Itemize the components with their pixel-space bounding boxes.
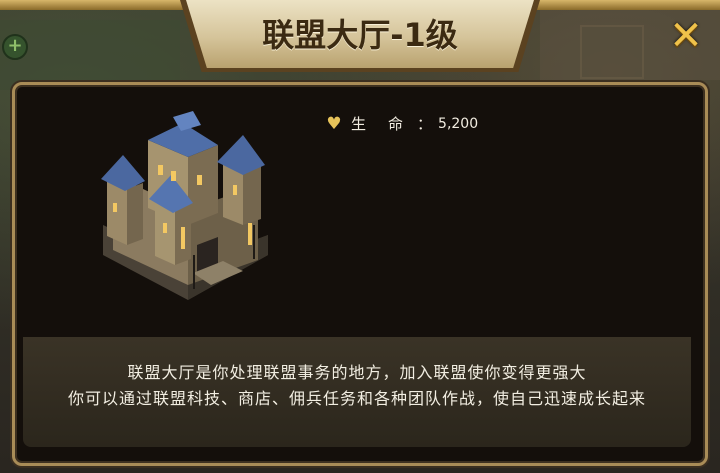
close-icon: ✕ bbox=[669, 13, 703, 59]
building-info-upper: ♥ 生命 ： 5,200 bbox=[23, 91, 691, 339]
close-button[interactable]: ✕ bbox=[666, 16, 706, 56]
map-terrain bbox=[0, 20, 180, 90]
building-description: 联盟大厅是你处理联盟事务的地方，加入联盟使你变得更强大 你可以通过联盟科技、商店… bbox=[23, 337, 691, 447]
stat-health-separator: ： bbox=[417, 115, 433, 133]
stat-health-label: 生命 bbox=[351, 115, 426, 133]
dialog-title: 联盟大厅-1级 bbox=[262, 16, 458, 54]
map-building-outline bbox=[580, 25, 644, 79]
stat-health-value: 5,200 bbox=[438, 115, 479, 132]
plus-icon[interactable]: + bbox=[2, 34, 28, 60]
description-line-1: 联盟大厅是你处理联盟事务的地方，加入联盟使你变得更强大 bbox=[127, 363, 587, 382]
stat-health: ♥ 生命 ： 5,200 bbox=[323, 113, 478, 134]
alliance-hall-castle-illustration bbox=[101, 111, 268, 300]
heart-icon: ♥ bbox=[326, 113, 342, 134]
building-info-panel: ♥ 生命 ： 5,200 联盟大厅是你处理联盟事务的地方，加入联盟使你变得更强大… bbox=[12, 82, 708, 466]
description-line-2: 你可以通过联盟科技、商店、佣兵任务和各种团队作战，使自己迅速成长起来 bbox=[67, 389, 646, 408]
